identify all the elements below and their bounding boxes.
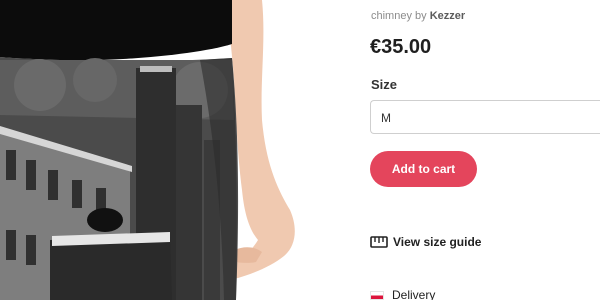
ruler-icon <box>370 236 388 248</box>
product-byline: chimney by Kezzer <box>371 10 465 22</box>
product-image[interactable] <box>0 0 345 300</box>
product-title: chimney by <box>371 10 427 22</box>
delivery-label: Delivery <box>392 288 436 300</box>
delivery-row[interactable]: Delivery <box>370 286 435 300</box>
size-select[interactable]: M <box>370 100 600 134</box>
product-page: chimney by Kezzer €35.00 Size M Add to c… <box>0 0 600 300</box>
size-select-value: M <box>381 111 391 125</box>
artist-link[interactable]: Kezzer <box>430 10 465 22</box>
size-guide-link[interactable]: View size guide <box>370 233 481 251</box>
size-guide-label: View size guide <box>393 235 482 249</box>
flag-icon <box>370 290 384 300</box>
product-price: €35.00 <box>370 36 432 58</box>
add-to-cart-button[interactable]: Add to cart <box>370 151 477 187</box>
size-label: Size <box>371 77 398 92</box>
product-info-panel: chimney by Kezzer €35.00 Size M Add to c… <box>345 0 600 300</box>
